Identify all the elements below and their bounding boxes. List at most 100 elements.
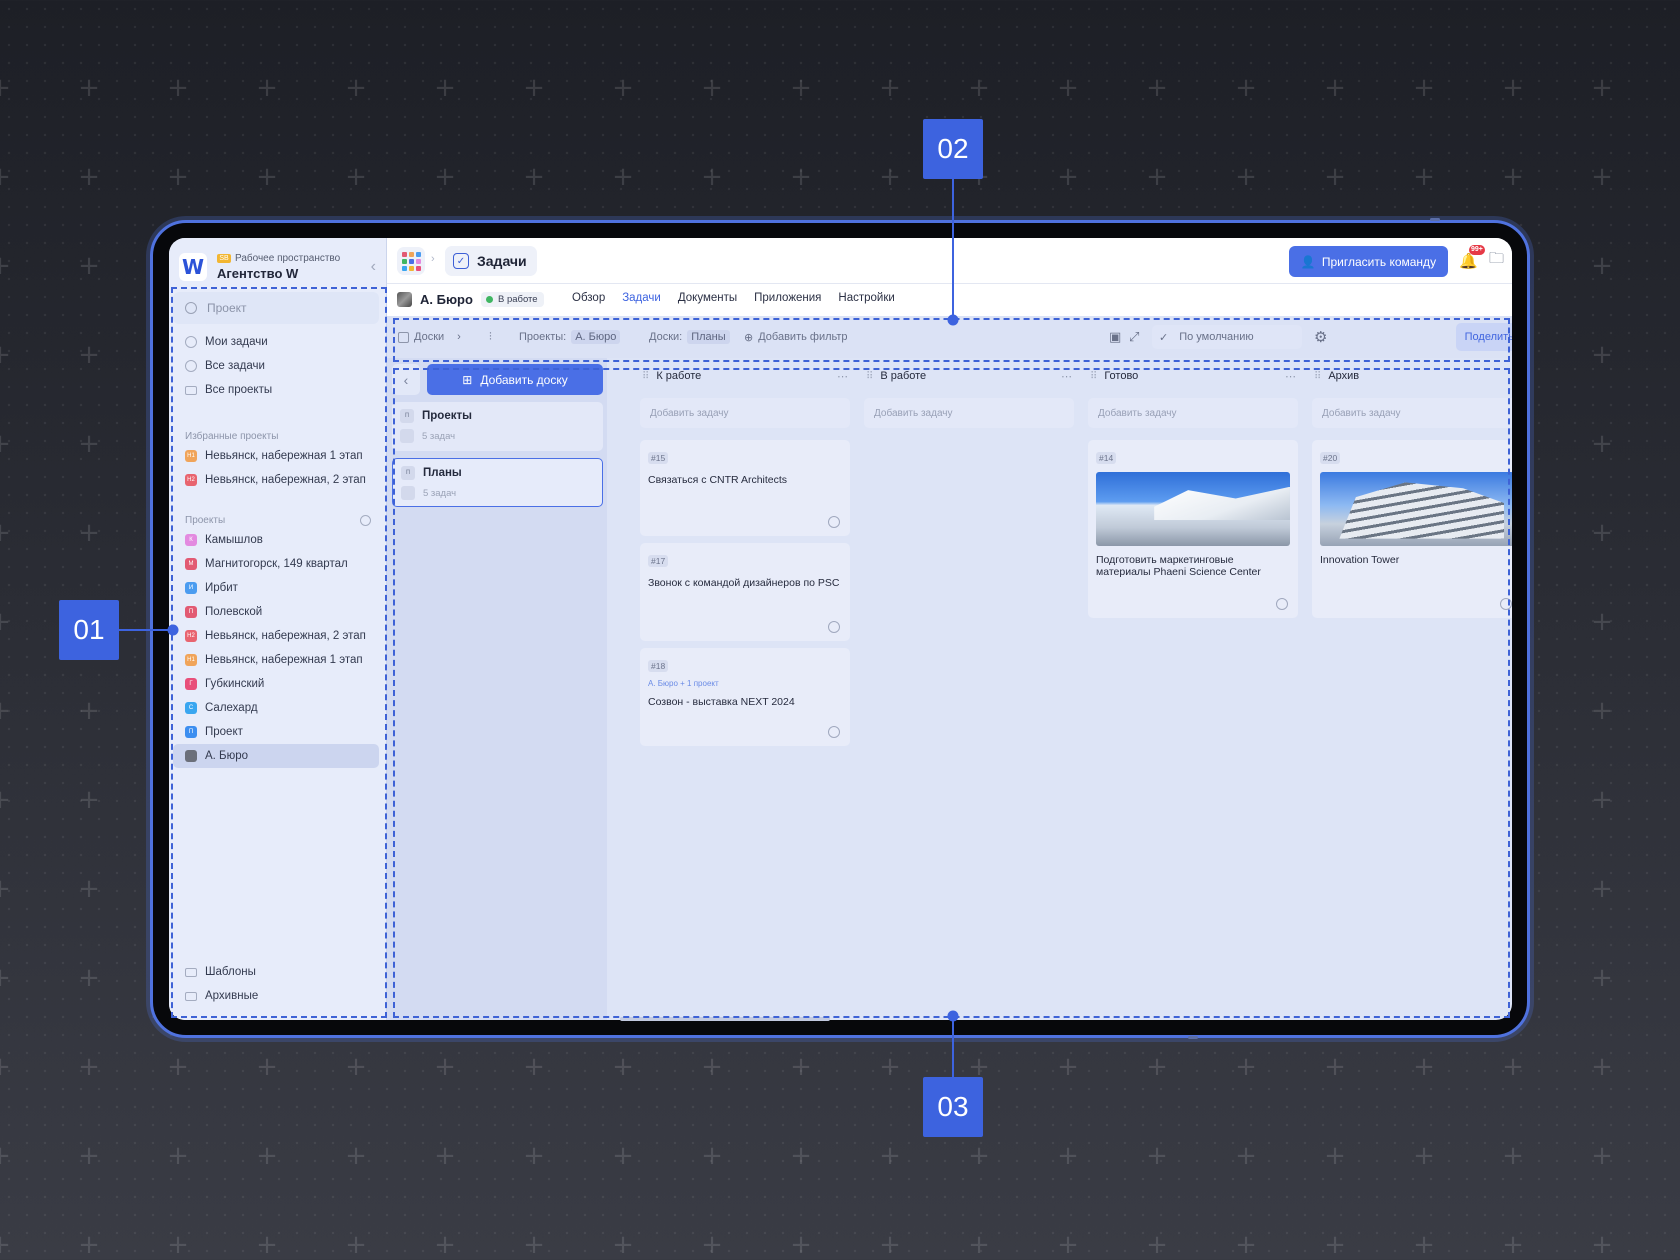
project-icon [397, 292, 412, 307]
task-card[interactable]: #20 Innovation Tower [1312, 440, 1512, 618]
sidebar-item-archived[interactable]: Архивные [173, 984, 379, 1008]
task-card[interactable]: #15 Связаться с CNTR Architects [640, 440, 850, 536]
add-task-button[interactable]: Добавить задачу [1312, 398, 1512, 428]
sidebar-item-label: Проект [205, 726, 243, 738]
filter-boards[interactable]: Доски: Планы [642, 325, 737, 349]
tab-2[interactable]: Документы [678, 292, 737, 304]
more-icon[interactable]: ⋯ [837, 370, 848, 383]
plus-mark: + [1591, 73, 1613, 103]
plus-mark: + [701, 1141, 723, 1171]
share-button[interactable]: Поделиться [1456, 323, 1512, 351]
add-board-button[interactable]: ⊞ Добавить доску [427, 364, 603, 395]
sidebar-item-label: Шаблоны [205, 966, 256, 978]
plus-mark: + [1591, 162, 1613, 192]
sidebar-item-project[interactable]: И Ирбит [173, 576, 379, 600]
sidebar-item-label: Все задачи [205, 360, 265, 372]
sidebar-item-project[interactable]: К Камышлов [173, 528, 379, 552]
plus-mark: + [345, 162, 367, 192]
more-icon[interactable]: ⋯ [1285, 370, 1296, 383]
annotation-dot-02 [947, 314, 959, 326]
column-title: Готово [1104, 370, 1139, 382]
complete-task-icon[interactable] [828, 621, 840, 633]
complete-task-icon[interactable] [828, 726, 840, 738]
tab-4[interactable]: Настройки [838, 292, 894, 304]
chevron-left-icon[interactable]: ‹ [392, 364, 420, 395]
boards-toggle[interactable]: Доски › [391, 325, 468, 349]
add-project-icon[interactable] [360, 515, 371, 526]
project-color-icon: Н1 [185, 654, 197, 666]
sidebar-item-project[interactable]: Н2 Невьянск, набережная, 2 этап [173, 624, 379, 648]
tasks-section-tab[interactable]: ✓ Задачи [445, 246, 537, 276]
project-search-input[interactable]: Проект [173, 292, 379, 324]
sidebar-item-project[interactable]: Н2 Невьянск, набережная, 2 этап [173, 468, 379, 492]
sidebar-item-all-projects[interactable]: Все проекты [173, 378, 379, 402]
tab-0[interactable]: Обзор [572, 292, 605, 304]
task-id: #15 [648, 452, 669, 464]
plus-mark: + [523, 1230, 545, 1260]
sidebar-item-project[interactable]: А. Бюро [173, 744, 379, 768]
view-select[interactable]: ✓ По умолчанию [1152, 325, 1302, 349]
plus-mark: + [1235, 1141, 1257, 1171]
task-card[interactable]: #17 Звонок с командой дизайнеров по PSC [640, 543, 850, 641]
complete-task-icon[interactable] [828, 516, 840, 528]
sidebar-item-project[interactable]: Н1 Невьянск, набережная 1 этап [173, 444, 379, 468]
status-badge[interactable]: В работе [481, 292, 544, 307]
plus-mark: + [167, 1230, 189, 1260]
add-task-button[interactable]: Добавить задачу [640, 398, 850, 428]
complete-task-icon[interactable] [1276, 598, 1288, 610]
add-task-button[interactable]: Добавить задачу [864, 398, 1074, 428]
plus-mark: + [1057, 162, 1079, 192]
bell-icon[interactable]: 🔔 99+ [1458, 245, 1485, 271]
sidebar-item-my-tasks[interactable]: Мои задачи [173, 330, 379, 354]
sidebar-item-project[interactable]: С Салехард [173, 696, 379, 720]
drag-handle-icon[interactable]: ⠿ [1314, 371, 1321, 382]
plus-mark: + [612, 162, 634, 192]
plus-mark: + [1324, 162, 1346, 192]
board-name: Планы [423, 467, 462, 479]
horizontal-scrollbar[interactable] [620, 1017, 830, 1021]
annotation-dot-03 [947, 1010, 959, 1022]
board-card-projects[interactable]: П Проекты 5 задач [392, 402, 603, 451]
task-card[interactable]: #18 А. Бюро + 1 проект Созвон - выставка N… [640, 648, 850, 746]
plus-mark: + [167, 162, 189, 192]
sidebar-item-all-tasks[interactable]: Все задачи [173, 354, 379, 378]
plus-mark: + [1591, 874, 1613, 904]
sidebar-item-project[interactable]: П Полевской [173, 600, 379, 624]
tab-1[interactable]: Задачи [622, 292, 661, 304]
sidebar-item-project[interactable]: Н1 Невьянск, набережная 1 этап [173, 648, 379, 672]
sidebar-item-templates[interactable]: Шаблоны [173, 960, 379, 984]
plus-mark: + [1502, 1230, 1524, 1260]
sidebar-item-project[interactable]: Г Губкинский [173, 672, 379, 696]
folder-icon[interactable]: 🗀 [1486, 250, 1507, 271]
apps-grid-icon[interactable] [397, 247, 425, 275]
tasks-icon [400, 429, 414, 443]
complete-task-icon[interactable] [1500, 598, 1512, 610]
chevron-left-icon[interactable]: ‹ [371, 258, 376, 276]
plus-mark: + [345, 1141, 367, 1171]
more-icon[interactable]: ⋯ [1061, 370, 1072, 383]
gear-icon[interactable]: ⚙ [1307, 325, 1334, 349]
drag-handle-icon[interactable]: ⠿ [642, 371, 649, 382]
sidebar-item-project[interactable]: М Магнитогорск, 149 квартал [173, 552, 379, 576]
add-task-button[interactable]: Добавить задачу [1088, 398, 1298, 428]
expand-icon[interactable]: ⤢ [1122, 325, 1146, 349]
tab-3[interactable]: Приложения [754, 292, 821, 304]
plus-mark: + [256, 162, 278, 192]
sidebar-item-label: Полевской [205, 606, 263, 618]
task-card[interactable]: #14 Подготовить маркетинговые материалы P… [1088, 440, 1298, 618]
workspace-switcher[interactable]: W SB Рабочее пространство Агентство W ‹ [179, 248, 376, 286]
plus-mark: + [1502, 1141, 1524, 1171]
filter-settings-icon[interactable]: ⫶ [485, 325, 496, 349]
sidebar-item-project[interactable]: П Проект [173, 720, 379, 744]
project-color-icon: П [185, 726, 197, 738]
project-tabs: Обзор Задачи Документы Приложения Настройки [572, 292, 895, 304]
add-filter-button[interactable]: ⊕ Добавить фильтр [737, 325, 855, 349]
favorites-title: Избранные проекты [185, 431, 279, 442]
drag-handle-icon[interactable]: ⠿ [1090, 371, 1097, 382]
drag-handle-icon[interactable]: ⠿ [866, 371, 873, 382]
board-avatar: П [400, 409, 414, 423]
invite-team-button[interactable]: 👤 Пригласить команду [1289, 246, 1448, 277]
filter-projects[interactable]: Проекты: А. Бюро [512, 325, 627, 349]
board-card-plans[interactable]: П Планы 5 задач [392, 458, 603, 507]
plus-mark: + [78, 874, 100, 904]
